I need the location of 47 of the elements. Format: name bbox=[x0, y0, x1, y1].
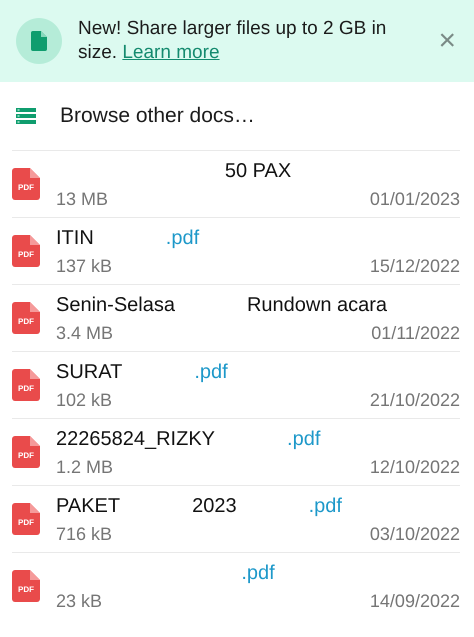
file-name: 2023 bbox=[192, 494, 237, 518]
file-name: Senin-Selasa bbox=[56, 292, 175, 318]
pdf-icon: PDF bbox=[12, 302, 40, 334]
file-extension: .pdf bbox=[166, 226, 200, 250]
file-size: 102 kB bbox=[56, 388, 112, 412]
file-size: 3.4 MB bbox=[56, 322, 114, 344]
pdf-icon: PDF bbox=[12, 168, 40, 200]
file-date: 01/11/2022 bbox=[371, 322, 460, 344]
file-date: 14/09/2022 bbox=[370, 590, 460, 612]
file-extension: .pdf bbox=[241, 560, 275, 586]
file-size: 13 MB bbox=[56, 188, 108, 210]
banner-message: New! Share larger files up to 2 GB in size. Learn more bbox=[78, 17, 388, 65]
file-extension: .pdf bbox=[308, 494, 342, 518]
browse-label: Browse other docs… bbox=[60, 103, 255, 130]
file-row[interactable]: PDF .pdf 23 kB 14/09/2022 bbox=[12, 552, 460, 619]
list-icon bbox=[16, 108, 36, 124]
file-date: 01/01/2023 bbox=[370, 188, 460, 210]
file-row[interactable]: PDF 50 PAX 13 MB 01/01/2023 bbox=[12, 150, 460, 217]
file-row[interactable]: PDF ITIN .pdf 137 kB 15/12/2022 bbox=[12, 217, 460, 284]
file-date: 12/10/2022 bbox=[370, 456, 460, 478]
file-name: Rundown acara bbox=[246, 292, 388, 318]
file-date: 21/10/2022 bbox=[370, 388, 460, 412]
learn-more-link[interactable]: Learn more bbox=[122, 42, 220, 63]
file-size: 23 kB bbox=[56, 590, 102, 612]
pdf-icon: PDF bbox=[12, 235, 40, 267]
file-row[interactable]: PDF Senin-Selasa Rundown acara 3.4 MB 01/11/2022 bbox=[12, 284, 460, 351]
file-name: ITIN bbox=[56, 226, 94, 250]
pdf-icon: PDF bbox=[12, 503, 40, 535]
file-name: SURAT bbox=[56, 360, 122, 384]
file-row[interactable]: PDF PAKET 2023 .pdf 716 kB 03/10/2022 bbox=[12, 485, 460, 552]
pdf-icon: PDF bbox=[12, 570, 40, 602]
file-size: 716 kB bbox=[56, 522, 112, 546]
pdf-icon: PDF bbox=[12, 436, 40, 468]
browse-row[interactable]: Browse other docs… bbox=[0, 82, 474, 150]
file-extension: .pdf bbox=[287, 426, 320, 452]
file-row[interactable]: PDF 22265824_RIZKY .pdf 1.2 MB 12/10/2022 bbox=[12, 418, 460, 485]
file-extension: .pdf bbox=[194, 360, 228, 384]
file-date: 15/12/2022 bbox=[370, 254, 460, 278]
file-size: 137 kB bbox=[56, 254, 112, 278]
file-name: 50 PAX bbox=[224, 158, 292, 184]
file-size: 1.2 MB bbox=[56, 456, 114, 478]
file-date: 03/10/2022 bbox=[370, 522, 460, 546]
pdf-icon: PDF bbox=[12, 369, 40, 401]
document-icon bbox=[31, 31, 47, 51]
file-name: 22265824_RIZKY bbox=[56, 426, 216, 452]
file-name: PAKET bbox=[56, 494, 120, 518]
file-row[interactable]: PDF SURAT .pdf 102 kB 21/10/2022 bbox=[12, 351, 460, 418]
